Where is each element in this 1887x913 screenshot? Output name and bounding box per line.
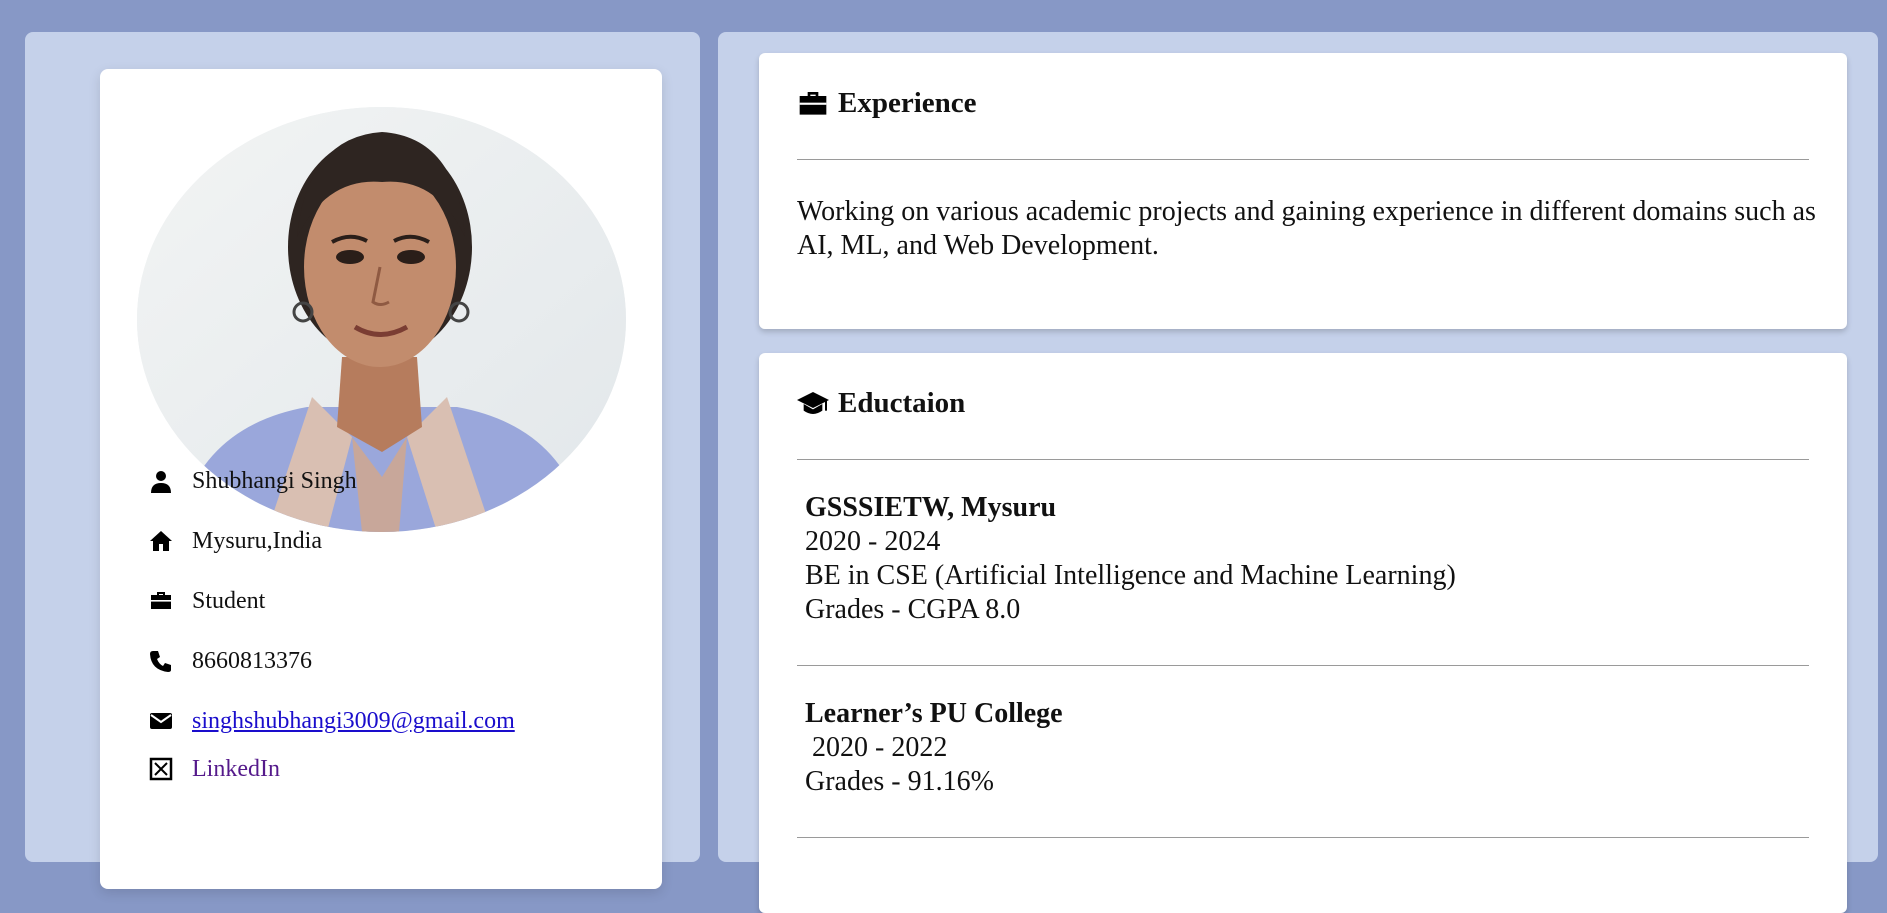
linkedin-icon <box>148 756 174 782</box>
briefcase-icon <box>797 88 829 120</box>
envelope-icon <box>148 708 174 734</box>
experience-heading: Experience <box>797 87 977 120</box>
education-entry: Learner’s PU College 2020 - 2022 Grades … <box>805 697 1825 799</box>
profile-occupation-row: Student <box>148 584 265 618</box>
education-degree: BE in CSE (Artificial Intelligence and M… <box>805 560 1456 591</box>
profile-name-row: Shubhangi Singh <box>148 464 357 498</box>
education-grades: Grades - 91.16% <box>805 766 994 797</box>
right-panel: Experience Working on various academic p… <box>718 32 1878 913</box>
education-entry: GSSSIETW, Mysuru 2020 - 2024 BE in CSE (… <box>805 491 1825 627</box>
profile-phone: 8660813376 <box>192 647 312 674</box>
education-heading: Eductaion <box>797 387 965 420</box>
education-institution: GSSSIETW, Mysuru <box>805 492 1057 523</box>
profile-location: Mysuru,India <box>192 527 322 554</box>
education-years: 2020 - 2022 <box>805 732 948 763</box>
experience-card: Experience Working on various academic p… <box>759 53 1847 329</box>
profile-location-row: Mysuru,India <box>148 524 322 558</box>
experience-title: Experience <box>838 87 977 119</box>
profile-phone-row: 8660813376 <box>148 644 312 678</box>
left-panel: Shubhangi Singh Mysuru,India Student 866… <box>25 32 700 889</box>
experience-description: Working on various academic projects and… <box>797 196 1816 261</box>
education-grades: Grades - CGPA 8.0 <box>805 594 1021 625</box>
education-card: Eductaion GSSSIETW, Mysuru 2020 - 2024 B… <box>759 353 1847 913</box>
divider <box>797 459 1809 460</box>
profile-name: Shubhangi Singh <box>192 467 357 494</box>
education-institution: Learner’s PU College <box>805 698 1063 729</box>
profile-linkedin-link[interactable]: LinkedIn <box>192 756 280 783</box>
profile-occupation: Student <box>192 587 266 614</box>
profile-email-link[interactable]: singhshubhangi3009@gmail.com <box>192 708 515 735</box>
user-icon <box>148 468 174 494</box>
divider <box>797 159 1809 160</box>
divider <box>797 837 1809 838</box>
divider <box>797 665 1809 666</box>
profile-card: Shubhangi Singh Mysuru,India Student 866… <box>100 69 662 889</box>
briefcase-icon <box>148 588 174 614</box>
home-icon <box>148 528 174 554</box>
education-title: Eductaion <box>838 387 966 419</box>
education-years: 2020 - 2024 <box>805 526 941 557</box>
phone-icon <box>148 648 174 674</box>
profile-email-row: singhshubhangi3009@gmail.com <box>148 704 515 738</box>
profile-linkedin-row: LinkedIn <box>148 752 280 786</box>
graduation-cap-icon <box>797 388 829 420</box>
